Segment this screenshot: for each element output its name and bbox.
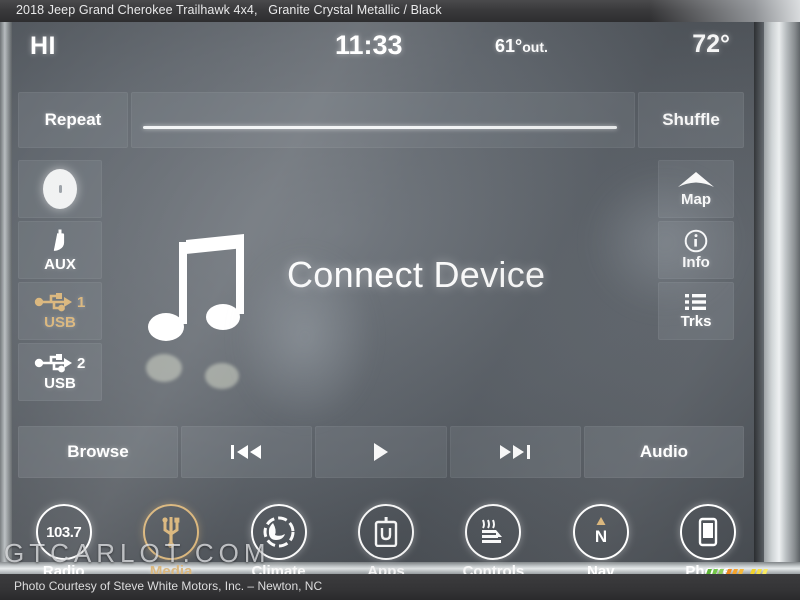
shuffle-button[interactable]: Shuffle [638,92,744,148]
phone-icon [680,504,737,560]
heated-seat-icon [465,504,522,560]
usb-media-icon [143,504,200,560]
playback-options-row: Repeat Shuffle [18,92,744,148]
quick-info-label: Info [682,254,710,271]
nav-item-apps[interactable]: Apps [332,500,439,574]
uconnect-head-unit: HI 11:33 61°out. 72° Repeat Shuffle AUX … [0,22,800,574]
previous-track-button[interactable] [181,426,313,478]
nav-item-climate-label: Climate [251,563,306,574]
climate-seat-fan-icon [250,504,307,560]
source-usb1-label: USB [44,313,76,331]
info-circle-icon [684,229,708,253]
outside-temperature: 61°out. [495,36,548,57]
connect-device-panel: Connect Device [120,232,640,402]
svg-text:N: N [595,527,607,546]
vehicle-colors: Granite Crystal Metallic / Black [268,3,442,17]
status-bar: HI 11:33 61°out. 72° [10,24,762,68]
caption-highlight [650,0,800,22]
previous-track-icon [230,445,261,459]
nav-item-controls[interactable]: Controls [440,500,547,574]
bottom-navigation-bar: 103.7 Radio Media Climate Apps Controls … [10,500,762,574]
connect-device-message: Connect Device [287,254,546,295]
progress-bar-fill [143,126,617,129]
compass-north-icon: N [572,504,629,560]
source-aux-label: AUX [44,255,76,273]
photo-caption-bottom-bar: Photo Courtesy of Steve White Motors, In… [0,574,800,600]
next-track-icon [500,445,531,459]
usb-icon: 2 [34,353,85,372]
play-icon [373,443,388,461]
radio-bezel-right [764,22,800,574]
cabin-temperature[interactable]: 72° [692,30,730,59]
source-usb2-button[interactable]: 2 USB [18,343,102,401]
touchscreen: HI 11:33 61°out. 72° Repeat Shuffle AUX … [10,22,762,574]
nav-item-phone-label: Phone [685,563,732,574]
outside-temperature-value: 61° [495,36,523,56]
photo-caption-top-bar: 2018 Jeep Grand Cherokee Trailhawk 4x4, … [0,0,800,22]
nav-item-radio-label: Radio [42,563,85,574]
quick-map-label: Map [681,191,711,208]
nav-item-controls-label: Controls [462,563,525,574]
browse-button[interactable]: Browse [18,426,178,478]
source-aux-button[interactable]: AUX [18,221,102,279]
aux-plug-icon [53,229,65,251]
photo-caption-top-text: 2018 Jeep Grand Cherokee Trailhawk 4x4, … [16,3,442,17]
nav-item-nav[interactable]: N Nav [547,500,654,574]
nav-item-radio[interactable]: 103.7 Radio [10,500,117,574]
nav-item-phone[interactable]: Phone [655,500,762,574]
screenshot-root: 2018 Jeep Grand Cherokee Trailhawk 4x4, … [0,0,800,600]
map-arrow-icon [678,172,714,187]
next-track-button[interactable] [449,426,581,478]
radio-frequency-icon: 103.7 [35,504,92,560]
nav-item-media[interactable]: Media [117,500,224,574]
uconnect-apps-icon [357,504,414,560]
music-note-icon [148,234,244,341]
browse-button-label: Browse [67,442,129,461]
photo-credit-text: Photo Courtesy of Steve White Motors, In… [14,579,323,593]
nav-item-climate[interactable]: Climate [225,500,332,574]
list-icon [685,294,706,310]
source-usb1-button[interactable]: 1 USB [18,282,102,340]
quick-map-button[interactable]: Map [658,160,734,218]
nav-item-apps-label: Apps [367,563,405,574]
usb-icon: 1 [34,292,85,311]
nav-item-media-label: Media [149,563,193,574]
audio-settings-button[interactable]: Audio [583,426,744,478]
transport-row: Browse Audio [18,426,744,478]
audio-settings-label: Audio [639,442,689,461]
disc-icon [43,169,77,209]
radio-frequency-value: 103.7 [46,523,82,541]
quick-tracks-button[interactable]: Trks [658,282,734,340]
repeat-button[interactable]: Repeat [18,92,128,148]
outside-temperature-label: out. [522,39,548,55]
source-usb1-badge: 1 [77,294,85,311]
source-usb2-label: USB [44,374,76,392]
fan-speed-indicator: HI [30,32,56,60]
quick-info-button[interactable]: Info [658,221,734,279]
shuffle-button-label: Shuffle [662,110,720,129]
progress-bar-container[interactable] [131,92,635,148]
vehicle-title: 2018 Jeep Grand Cherokee Trailhawk 4x4, [16,3,258,17]
quick-access-list: Map Info Trks [658,160,734,340]
play-button[interactable] [315,426,447,478]
quick-tracks-label: Trks [680,313,712,330]
source-usb2-badge: 2 [77,355,85,372]
source-disc-button[interactable] [18,160,102,218]
source-list: AUX 1 USB 2 USB [18,160,102,401]
clock[interactable]: 11:33 [335,30,403,61]
nav-item-nav-label: Nav [587,563,615,574]
repeat-button-label: Repeat [44,110,102,129]
